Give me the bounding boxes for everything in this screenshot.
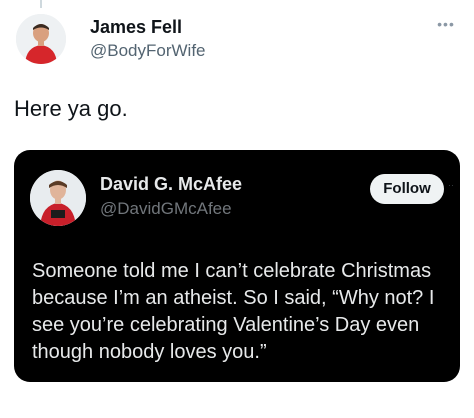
quoted-author-avatar[interactable] [30,170,86,226]
quoted-author-name[interactable]: David G. McAfee [100,174,242,195]
follow-button[interactable]: Follow [370,174,444,204]
avatar-photo-icon [16,14,66,64]
quoted-tweet-text: Someone told me I can’t celebrate Christ… [32,258,452,366]
tweet-header: James Fell @BodyForWife ••• [16,14,458,68]
quoted-author-handle[interactable]: @DavidGMcAfee [100,199,232,219]
tweet-text: Here ya go. [14,96,128,121]
avatar-photo-icon [30,170,86,226]
author-handle[interactable]: @BodyForWife [90,41,206,61]
thread-connector-line [40,0,42,8]
quoted-tweet-text-line: because I’m an atheist. So I said, “Why … [32,287,435,309]
quoted-tweet-card[interactable]: David G. McAfee @DavidGMcAfee Follow ·· … [14,150,460,382]
more-options-icon[interactable]: ••• [434,16,458,32]
author-name[interactable]: James Fell [90,17,182,38]
quoted-tweet-text-line: Someone told me I can’t celebrate Christ… [32,260,432,282]
tweet-screenshot: James Fell @BodyForWife ••• Here ya go. … [0,0,474,418]
author-avatar[interactable] [16,14,66,64]
quoted-tweet-text-line: though nobody loves you.” [32,341,267,363]
more-options-icon[interactable]: ·· [448,180,458,190]
quoted-tweet-text-line: see you’re celebrating Valentine’s Day e… [32,314,420,336]
